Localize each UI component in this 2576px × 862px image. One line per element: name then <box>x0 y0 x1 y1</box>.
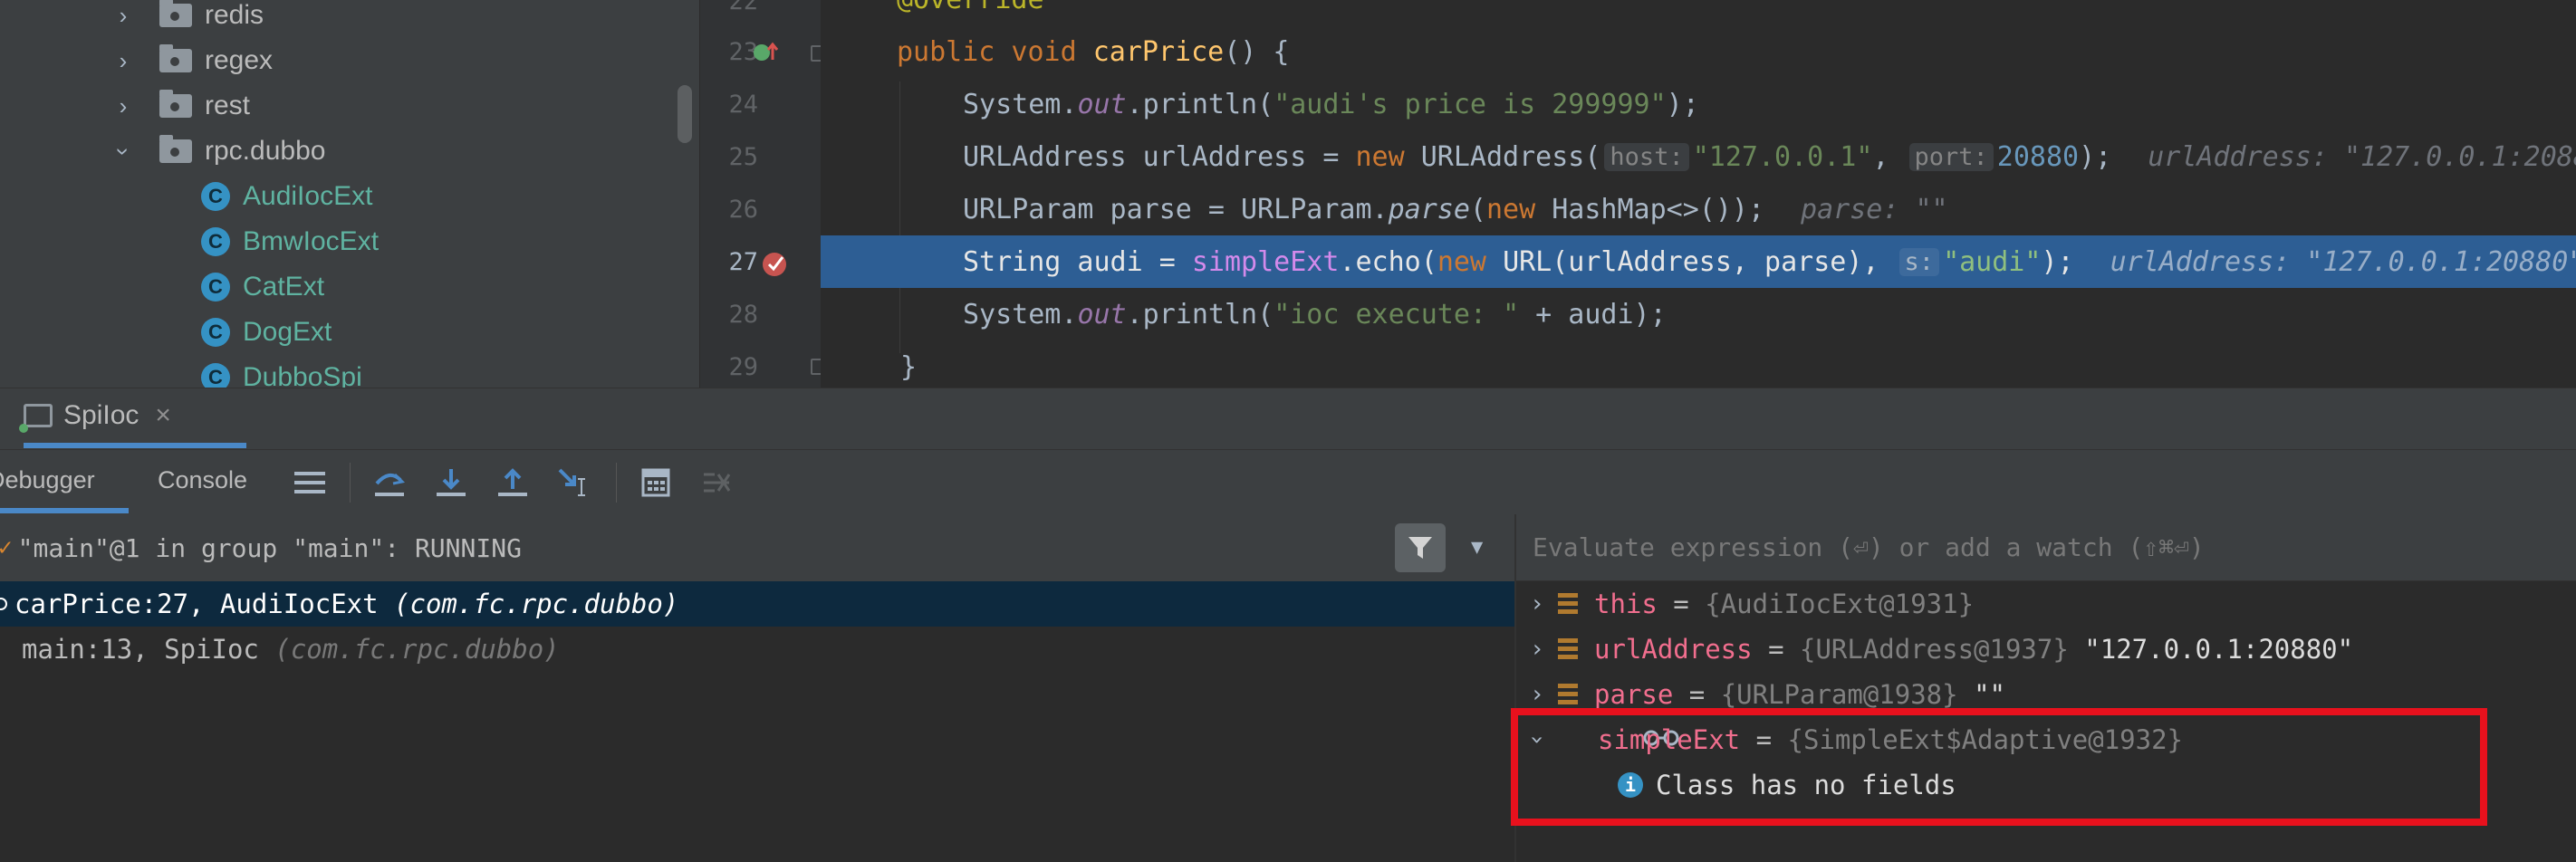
chevron-right-icon[interactable]: › <box>1516 681 1558 708</box>
thread-status-icon: ✓ <box>0 534 13 561</box>
tab-debugger[interactable]: Debugger <box>0 450 95 510</box>
tab-active-indicator <box>0 508 129 513</box>
line-number: 24 <box>728 91 758 119</box>
line-number: 29 <box>728 353 758 381</box>
inline-debug-value: parse: "" <box>1801 193 1948 225</box>
code-editor[interactable]: @Override public void carPrice() { Syste… <box>821 0 2576 388</box>
folder-icon <box>159 44 192 72</box>
tab-active-indicator <box>24 443 246 448</box>
code-line-26[interactable]: URLParam parse = URLParam. parse(new Hash… <box>821 183 2576 235</box>
tree-item-rest[interactable]: › rest <box>114 85 250 127</box>
variable-row-urladdress[interactable]: › urlAddress = {URLAddress@1937} "127.0.… <box>1516 627 2576 672</box>
trace-current-stream-icon[interactable] <box>699 465 735 501</box>
editor-gutter: 22 23 24 25 26 27 28 29 <box>699 0 825 388</box>
layout-menu-icon[interactable] <box>292 465 328 501</box>
tree-item-bmwiocext[interactable]: C BmwIocExt <box>201 221 379 263</box>
frames-panel: ✓ "main"@1 in group "main": RUNNING ▼ ca… <box>0 514 1516 862</box>
filter-frames-button[interactable] <box>1395 523 1446 572</box>
code-line-27-execution-point[interactable]: String audi = simpleExt .echo(new URL(url… <box>821 235 2576 288</box>
tree-scrollbar[interactable] <box>678 85 692 143</box>
inline-debug-value: urlAddress: "127.0.0.1:20880" <box>2148 140 2576 173</box>
inline-debug-value: urlAddress: "127.0.0.1:20880" <box>2110 245 2576 278</box>
frame-row[interactable]: main:13, SpiIoc (com.fc.rpc.dubbo) <box>0 627 1514 672</box>
debug-session-tabs: SpiIoc × <box>0 388 2576 450</box>
thread-selector[interactable]: ✓ "main"@1 in group "main": RUNNING ▼ <box>0 514 1514 582</box>
class-icon: C <box>201 318 230 347</box>
chevron-down-icon[interactable]: ▼ <box>1471 536 1483 559</box>
close-icon[interactable]: × <box>155 400 171 431</box>
tree-item-regex[interactable]: › regex <box>114 40 273 81</box>
line-number: 26 <box>728 196 758 224</box>
folder-icon <box>159 0 192 27</box>
tree-item-audiiocext[interactable]: C AudiIocExt <box>201 176 372 217</box>
override-marker-icon[interactable] <box>753 40 782 65</box>
highlight-annotation-box <box>1511 708 2487 826</box>
chevron-right-icon[interactable]: › <box>1516 636 1558 663</box>
chevron-right-icon[interactable]: › <box>1516 590 1558 618</box>
field-icon <box>1558 593 1578 615</box>
filter-icon <box>1408 537 1432 559</box>
line-number: 22 <box>728 0 758 15</box>
line-number: 28 <box>728 301 758 329</box>
param-hint: host: <box>1604 142 1689 171</box>
evaluate-expression-icon[interactable] <box>638 465 674 501</box>
code-line-23[interactable]: public void carPrice() { <box>821 25 2576 78</box>
tab-spiioc[interactable]: SpiIoc × <box>19 388 171 443</box>
step-out-icon[interactable] <box>495 465 531 501</box>
project-tree: › redis › regex › rest › rpc.dubbo C Aud… <box>0 0 699 388</box>
class-icon: C <box>201 363 230 388</box>
breakpoint-icon[interactable] <box>760 248 791 279</box>
class-icon: C <box>201 182 230 211</box>
step-into-icon[interactable] <box>433 465 469 501</box>
line-number: 25 <box>728 143 758 171</box>
field-icon <box>1558 638 1578 660</box>
param-hint: s: <box>1898 247 1940 276</box>
run-to-cursor-icon[interactable] <box>556 465 592 501</box>
tree-item-catext[interactable]: C CatExt <box>201 266 324 308</box>
tree-item-redis[interactable]: › redis <box>114 0 264 36</box>
debugger-toolbar: Debugger Console <box>0 449 2576 516</box>
code-line-24[interactable]: System. out .println("audi's price is 2999… <box>821 78 2576 130</box>
code-line-22[interactable]: @Override <box>821 0 2576 25</box>
code-line-25[interactable]: URLAddress urlAddress = new URLAddress(h… <box>821 130 2576 183</box>
line-number: 27 <box>728 248 758 276</box>
chevron-right-icon[interactable]: › <box>114 92 132 120</box>
code-line-28[interactable]: System. out .println("ioc execute: " + aud… <box>821 288 2576 340</box>
tree-item-dogext[interactable]: C DogExt <box>201 311 332 353</box>
chevron-right-icon[interactable]: › <box>114 2 132 30</box>
step-over-icon[interactable] <box>371 465 408 501</box>
folder-icon <box>159 135 192 163</box>
chevron-down-icon[interactable]: › <box>110 142 138 160</box>
code-line-29[interactable]: } <box>821 340 2576 388</box>
tree-item-rpc-dubbo[interactable]: › rpc.dubbo <box>111 130 325 172</box>
class-icon: C <box>201 227 230 256</box>
tree-item-dubbospi[interactable]: C DubboSpi <box>201 357 362 388</box>
frame-row[interactable]: carPrice:27, AudiIocExt (com.fc.rpc.dubb… <box>0 581 1514 627</box>
class-icon: C <box>201 273 230 302</box>
line-number: 23 <box>728 38 758 66</box>
folder-icon <box>159 90 192 118</box>
run-config-icon <box>19 404 53 433</box>
param-hint: port: <box>1908 142 1994 171</box>
tab-console[interactable]: Console <box>158 450 247 510</box>
chevron-right-icon[interactable]: › <box>114 47 132 75</box>
current-frame-icon <box>0 598 7 610</box>
variable-row-this[interactable]: › this = {AudiIocExt@1931} <box>1516 581 2576 627</box>
watch-expression-input[interactable]: Evaluate expression (⏎) or add a watch (… <box>1516 514 2576 581</box>
